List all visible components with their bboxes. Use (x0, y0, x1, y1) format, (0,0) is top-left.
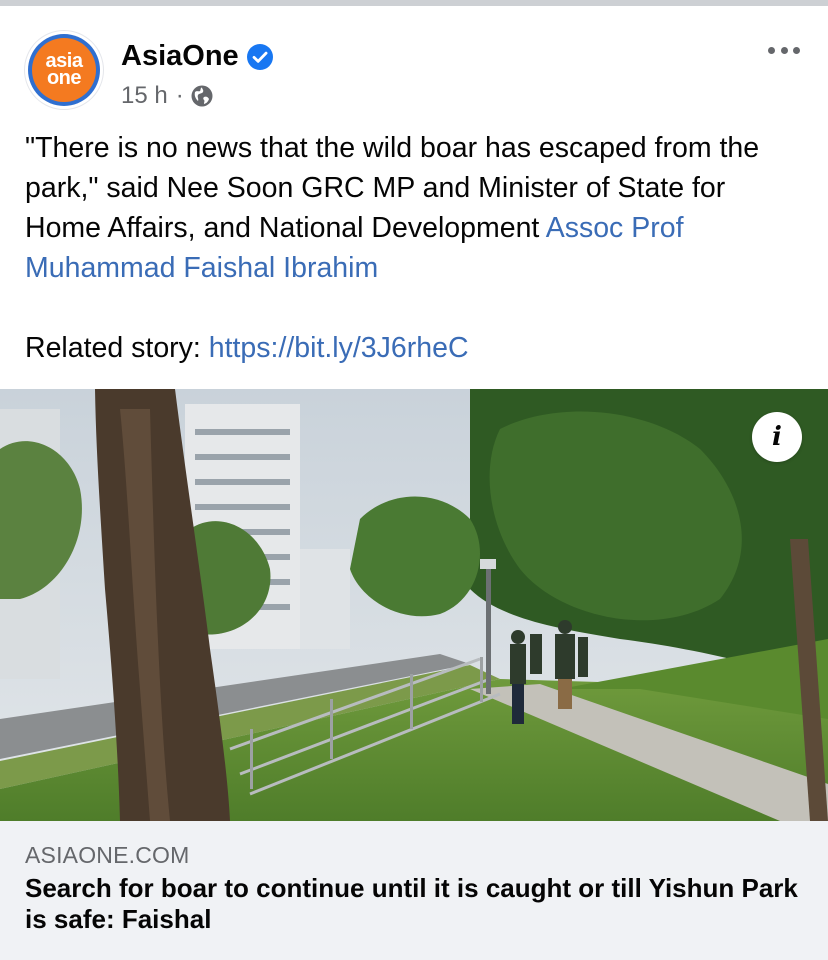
related-story: Related story: https://bit.ly/3J6rheC (25, 328, 469, 368)
related-story-link[interactable]: https://bit.ly/3J6rheC (209, 332, 469, 364)
asiaone-logo: asia one (32, 38, 96, 102)
post-header-name: AsiaOne (121, 40, 273, 73)
logo-line-2: one (46, 67, 82, 89)
post-timestamp[interactable]: 15 h (121, 82, 168, 110)
verified-badge-icon (246, 43, 273, 70)
meta-separator: · (175, 82, 184, 109)
info-button[interactable]: i (752, 412, 802, 462)
link-domain: ASIAONE.COM (25, 842, 190, 868)
park-scene-image (0, 389, 828, 821)
globe-icon[interactable] (190, 84, 214, 108)
post-body: "There is no news that the wild boar has… (25, 128, 805, 288)
post-meta: 15 h · (121, 82, 214, 110)
top-divider (0, 0, 828, 6)
related-label: Related story: (25, 332, 209, 364)
more-dot-icon (768, 46, 775, 54)
link-preview-card[interactable]: ASIAONE.COM Search for boar to continue … (0, 821, 828, 960)
link-preview-image[interactable]: i (0, 389, 828, 821)
page-avatar[interactable]: asia one (24, 30, 104, 110)
avatar-ring: asia one (28, 34, 100, 106)
more-dot-icon (780, 46, 788, 54)
page-name-link[interactable]: AsiaOne (121, 40, 239, 73)
more-dot-icon (793, 46, 800, 54)
more-options-button[interactable] (764, 36, 804, 64)
link-headline[interactable]: Search for boar to continue until it is … (25, 873, 815, 935)
